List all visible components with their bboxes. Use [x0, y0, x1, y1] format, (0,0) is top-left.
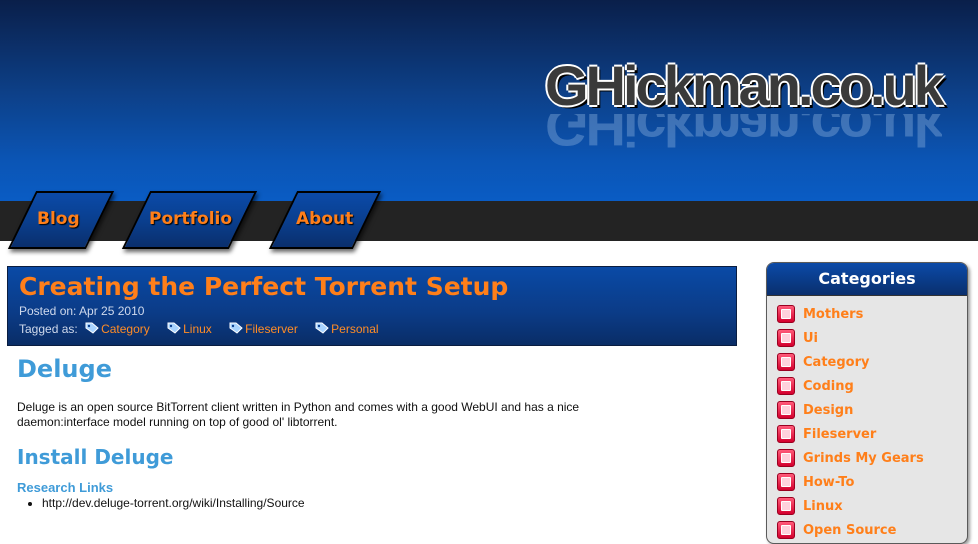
- nav-tab-portfolio-label[interactable]: Portfolio: [149, 209, 232, 229]
- rss-feed-icon[interactable]: [777, 425, 795, 443]
- category-item-open-source[interactable]: Open Source: [777, 518, 967, 542]
- category-label[interactable]: Mothers: [803, 307, 863, 322]
- category-item-category[interactable]: Category: [777, 350, 967, 374]
- rss-feed-icon[interactable]: [777, 377, 795, 395]
- rss-feed-icon[interactable]: [777, 305, 795, 323]
- tag-label: Category: [101, 322, 150, 336]
- categories-sidebar: Categories Mothers Ui Category Coding De…: [766, 262, 968, 544]
- post-tags: Tagged as: Category Linux Fileserver Per…: [19, 322, 393, 336]
- tag-label: Fileserver: [245, 322, 298, 336]
- rss-feed-icon[interactable]: [777, 497, 795, 515]
- category-item-ui[interactable]: Ui: [777, 326, 967, 350]
- rss-feed-icon[interactable]: [777, 401, 795, 419]
- tag-link-linux[interactable]: Linux: [167, 322, 215, 336]
- research-links-list: http://dev.deluge-torrent.org/wiki/Insta…: [17, 496, 305, 510]
- logo-text: GHickman.co.uk: [545, 54, 945, 117]
- rss-feed-icon[interactable]: [777, 449, 795, 467]
- category-item-mothers[interactable]: Mothers: [777, 302, 967, 326]
- section-heading-deluge: Deluge: [17, 355, 112, 383]
- tagged-prefix: Tagged as:: [19, 322, 78, 336]
- tag-label: Personal: [331, 322, 379, 336]
- category-item-fileserver[interactable]: Fileserver: [777, 422, 967, 446]
- rss-feed-icon[interactable]: [777, 473, 795, 491]
- post-date: Posted on: Apr 25 2010: [19, 304, 144, 318]
- tag-link-fileserver[interactable]: Fileserver: [229, 322, 301, 336]
- intro-paragraph: Deluge is an open source BitTorrent clie…: [17, 400, 580, 429]
- sidebar-header: Categories: [767, 263, 967, 296]
- rss-feed-icon[interactable]: [777, 329, 795, 347]
- category-label[interactable]: Grinds My Gears: [803, 451, 924, 466]
- tag-link-personal[interactable]: Personal: [315, 322, 379, 336]
- tag-icon: [85, 322, 99, 334]
- category-item-grinds-my-gears[interactable]: Grinds My Gears: [777, 446, 967, 470]
- posted-prefix: Posted on:: [19, 304, 77, 318]
- site-logo[interactable]: GHickman.co.uk GHickman.co.uk: [545, 48, 945, 155]
- post-title[interactable]: Creating the Perfect Torrent Setup: [19, 272, 508, 301]
- category-label[interactable]: Category: [803, 355, 869, 370]
- category-label[interactable]: Ui: [803, 331, 818, 346]
- category-list: Mothers Ui Category Coding Design Filese…: [767, 296, 967, 542]
- posted-date: Apr 25 2010: [79, 304, 145, 318]
- tag-icon: [315, 322, 329, 334]
- rss-feed-icon[interactable]: [777, 353, 795, 371]
- research-link[interactable]: http://dev.deluge-torrent.org/wiki/Insta…: [42, 496, 305, 510]
- logo-reflection: GHickman.co.uk: [545, 114, 942, 154]
- nav-tab-about-label[interactable]: About: [296, 209, 353, 229]
- category-label[interactable]: How-To: [803, 475, 854, 490]
- tag-icon: [167, 322, 181, 334]
- tag-icon: [229, 322, 243, 334]
- category-item-design[interactable]: Design: [777, 398, 967, 422]
- category-label[interactable]: Fileserver: [803, 427, 876, 442]
- category-label[interactable]: Linux: [803, 499, 843, 514]
- post-header: Creating the Perfect Torrent Setup Poste…: [7, 266, 737, 346]
- category-item-how-to[interactable]: How-To: [777, 470, 967, 494]
- rss-feed-icon[interactable]: [777, 521, 795, 539]
- nav-tab-blog-label[interactable]: Blog: [37, 209, 80, 229]
- research-links-heading: Research Links: [17, 480, 114, 495]
- category-label[interactable]: Open Source: [803, 523, 896, 538]
- sidebar-title: Categories: [818, 269, 916, 288]
- site-header: GHickman.co.uk GHickman.co.uk: [0, 0, 978, 201]
- category-label[interactable]: Design: [803, 403, 853, 418]
- category-item-coding[interactable]: Coding: [777, 374, 967, 398]
- section-heading-install: Install Deluge: [17, 445, 174, 469]
- tag-label: Linux: [183, 322, 212, 336]
- tag-link-category[interactable]: Category: [85, 322, 153, 336]
- category-label[interactable]: Coding: [803, 379, 854, 394]
- category-item-linux[interactable]: Linux: [777, 494, 967, 518]
